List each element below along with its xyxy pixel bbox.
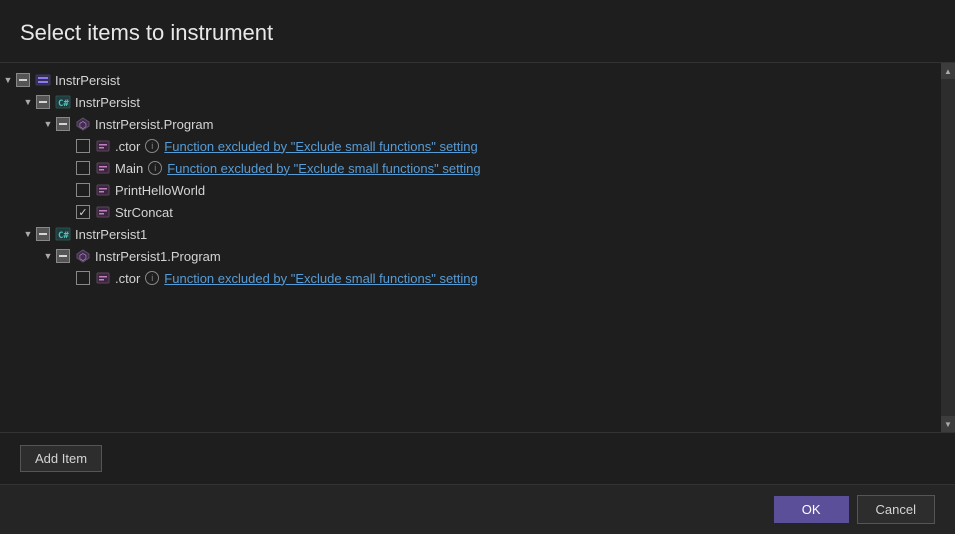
tree-row[interactable]: .ctor i Function excluded by "Exclude smal… <box>0 267 955 289</box>
node-label: Main <box>115 161 143 176</box>
tree-area: InstrPersist C# InstrPersist ⬡ InstrPers… <box>0 62 955 433</box>
scrollbar: ▲ ▼ <box>941 63 955 432</box>
svg-text:⬡: ⬡ <box>79 121 87 131</box>
tree-row[interactable]: Maini Function excluded by "Exclude small… <box>0 157 955 179</box>
bottom-bar: Add Item <box>0 433 955 484</box>
tree-row[interactable]: StrConcat <box>0 201 955 223</box>
class-icon: ⬡ <box>74 248 92 264</box>
method-icon <box>94 270 112 286</box>
tree-checkbox[interactable] <box>56 249 70 263</box>
method-icon <box>94 160 112 176</box>
tree-checkbox[interactable] <box>56 117 70 131</box>
svg-text:⬡: ⬡ <box>79 253 87 263</box>
node-label: StrConcat <box>115 205 173 220</box>
class-icon: ⬡ <box>74 116 92 132</box>
svg-text:C#: C# <box>58 99 69 109</box>
tree-row[interactable]: InstrPersist <box>0 69 955 91</box>
namespace-icon: C# <box>54 94 72 110</box>
tree-checkbox[interactable] <box>76 271 90 285</box>
tree-expander[interactable] <box>40 116 56 132</box>
tree-checkbox[interactable] <box>76 205 90 219</box>
dialog: Select items to instrument InstrPersist … <box>0 0 955 534</box>
tree-expander[interactable] <box>0 72 16 88</box>
info-icon[interactable]: i <box>148 161 162 175</box>
method-icon <box>94 138 112 154</box>
tree-expander[interactable] <box>40 248 56 264</box>
tree-checkbox[interactable] <box>36 227 50 241</box>
tree-row[interactable]: .ctor i Function excluded by "Exclude smal… <box>0 135 955 157</box>
node-label: InstrPersist1 <box>75 227 147 242</box>
excluded-link[interactable]: Function excluded by "Exclude small func… <box>164 139 477 154</box>
method-icon <box>94 204 112 220</box>
svg-text:C#: C# <box>58 231 69 241</box>
dialog-title: Select items to instrument <box>0 20 955 62</box>
namespace-icon: C# <box>54 226 72 242</box>
excluded-link[interactable]: Function excluded by "Exclude small func… <box>164 271 477 286</box>
tree-scroll[interactable]: InstrPersist C# InstrPersist ⬡ InstrPers… <box>0 63 955 432</box>
node-label: .ctor <box>115 139 140 154</box>
info-icon[interactable]: i <box>145 271 159 285</box>
tree-row[interactable]: C# InstrPersist1 <box>0 223 955 245</box>
tree-expander[interactable] <box>20 94 36 110</box>
tree-checkbox[interactable] <box>76 183 90 197</box>
tree-expander[interactable] <box>20 226 36 242</box>
method-icon <box>94 182 112 198</box>
node-label: InstrPersist <box>55 73 120 88</box>
excluded-link[interactable]: Function excluded by "Exclude small func… <box>167 161 480 176</box>
node-label: InstrPersist <box>75 95 140 110</box>
tree-checkbox[interactable] <box>76 161 90 175</box>
scroll-down-arrow[interactable]: ▼ <box>941 416 955 432</box>
tree-row[interactable]: PrintHelloWorld <box>0 179 955 201</box>
node-label: .ctor <box>115 271 140 286</box>
scroll-up-arrow[interactable]: ▲ <box>941 63 955 79</box>
assembly-icon <box>34 72 52 88</box>
footer: OK Cancel <box>0 484 955 534</box>
tree-row[interactable]: ⬡ InstrPersist1.Program <box>0 245 955 267</box>
tree-row[interactable]: C# InstrPersist <box>0 91 955 113</box>
node-label: InstrPersist.Program <box>95 117 213 132</box>
node-label: PrintHelloWorld <box>115 183 205 198</box>
tree-checkbox[interactable] <box>16 73 30 87</box>
ok-button[interactable]: OK <box>774 496 849 523</box>
node-label: InstrPersist1.Program <box>95 249 221 264</box>
tree-checkbox[interactable] <box>36 95 50 109</box>
add-item-button[interactable]: Add Item <box>20 445 102 472</box>
tree-row[interactable]: ⬡ InstrPersist.Program <box>0 113 955 135</box>
info-icon[interactable]: i <box>145 139 159 153</box>
cancel-button[interactable]: Cancel <box>857 495 935 524</box>
tree-checkbox[interactable] <box>76 139 90 153</box>
